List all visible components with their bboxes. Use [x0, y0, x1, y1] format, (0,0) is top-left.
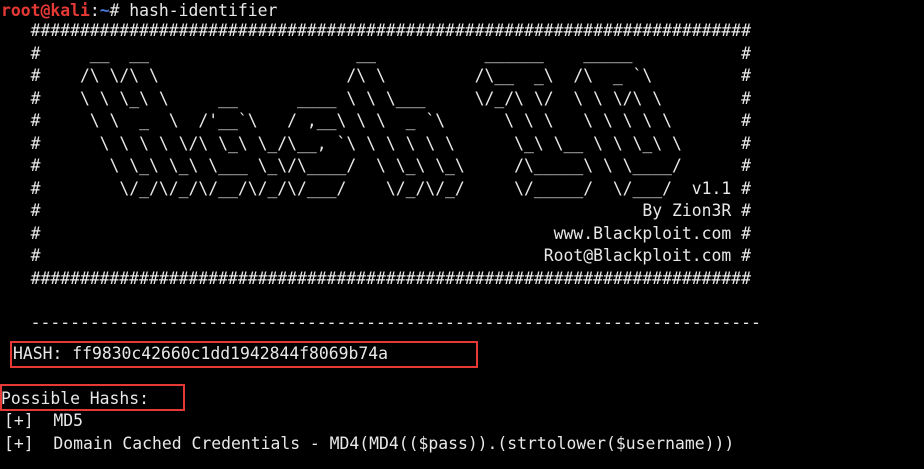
- result-marker: [+]: [4, 411, 34, 430]
- banner-line: # Root@Blackploit.com #: [1, 246, 751, 265]
- result-marker: [+]: [4, 434, 34, 453]
- command-prompt-line: root@kali:~# hash-identifier: [1, 0, 277, 22]
- prompt-path: ~: [99, 1, 110, 20]
- banner-line: # \/_/\/_/\/__/\/_/\/___/ \/_/\/_/ \/___…: [1, 178, 751, 198]
- separator-line: ----------------------------------------…: [1, 313, 761, 332]
- banner-line: # By Zion3R #: [1, 201, 751, 220]
- results-heading-highlight-box: [0, 384, 185, 411]
- result-item: [+] MD5: [4, 410, 83, 432]
- prompt-symbol: #: [109, 1, 120, 20]
- prompt-user-host: root@kali: [1, 1, 90, 20]
- banner-line: # /\ \/\ \ /\ \ /\__ _\ /\ _ `\ #: [1, 66, 751, 85]
- banner-line: # \ \ \_\ \ __ ____ \ \ \___ \/_/\ \/ \ …: [1, 88, 751, 108]
- banner-line: # __ __ __ ______ _____ #: [1, 43, 751, 63]
- command-text: hash-identifier: [119, 1, 278, 20]
- banner-line: ########################################…: [1, 268, 751, 288]
- result-item: [+] Domain Cached Credentials - MD4(MD4(…: [4, 433, 734, 455]
- result-name: MD5: [53, 411, 83, 430]
- banner-line: ########################################…: [1, 21, 751, 40]
- banner-line: # \ \ \ \ \/\ \_\ \_/\__, `\ \ \ \ \ \ \…: [1, 133, 751, 153]
- banner-line: # \ \_\ \_\ \___ \_\/\____/ \ \_\ \_\ /\…: [1, 156, 751, 175]
- terminal-window[interactable]: root@kali:~# hash-identifier ###########…: [0, 0, 924, 469]
- hash-highlight-box: [10, 341, 478, 368]
- prompt-separator: :: [89, 1, 100, 20]
- banner-line: # \ \ _ \ /'__`\ / ,__\ \ \ _ `\ \ \ \ \…: [1, 111, 751, 130]
- banner-line: # www.Blackploit.com #: [1, 223, 751, 243]
- result-name: Domain Cached Credentials - MD4(MD4(($pa…: [53, 434, 735, 453]
